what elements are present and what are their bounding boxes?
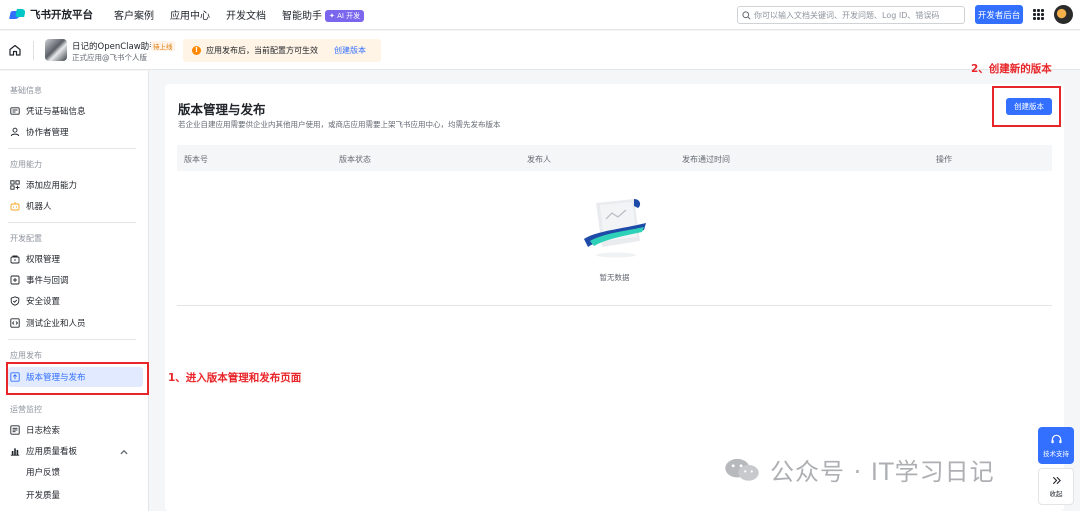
log-icon bbox=[10, 425, 20, 435]
header-divider bbox=[33, 41, 34, 60]
collapse-label: 收起 bbox=[1049, 490, 1063, 498]
annotation-step1: 1、进入版本管理和发布页面 bbox=[168, 372, 302, 384]
sidebar-item-add-capability[interactable]: 添加应用能力 bbox=[8, 175, 143, 195]
nav-smart-assistant-label: 智能助手 bbox=[282, 11, 322, 22]
column-header-status: 版本状态 bbox=[339, 155, 371, 164]
sidebar-divider bbox=[8, 222, 136, 223]
app-status-badge: 待上线 bbox=[151, 41, 175, 51]
warning-icon: ! bbox=[192, 46, 201, 55]
sidebar-item-quality-dashboard[interactable]: 应用质量看板 bbox=[8, 441, 143, 461]
notice-text: 应用发布后，当前配置方可生效 bbox=[206, 46, 318, 55]
sidebar-item-label: 安全设置 bbox=[26, 297, 61, 307]
sidebar-item-label: 权限管理 bbox=[26, 255, 61, 265]
top-navigation: 飞书开放平台 客户案例 应用中心 开发文档 智能助手✦ AI 开发 开发者后台 bbox=[0, 0, 1080, 30]
sidebar-subitem-user-feedback[interactable]: 用户反馈 bbox=[26, 466, 60, 478]
sidebar-item-robot[interactable]: 机器人 bbox=[8, 196, 143, 216]
nav-smart-assistant[interactable]: 智能助手 ✦ AI 开发 bbox=[282, 7, 365, 22]
group-dev-config: 开发配置 bbox=[10, 234, 42, 243]
permission-icon bbox=[10, 255, 20, 264]
version-management-panel: 版本管理与发布 若企业自建应用需要供企业内其他用户使用，或商店应用需要上架飞书应… bbox=[165, 84, 1064, 511]
app-name[interactable]: 日记的OpenClaw助手 bbox=[72, 40, 158, 52]
nav-app-center[interactable]: 应用中心 bbox=[170, 7, 210, 22]
chevron-up-icon[interactable] bbox=[119, 447, 129, 457]
page-description: 若企业自建应用需要供企业内其他用户使用，或商店应用需要上架飞书应用中心，均需先发… bbox=[178, 120, 501, 129]
watermark-text: 公众号 · IT学习日记 bbox=[770, 458, 995, 486]
sidebar-item-label: 凭证与基础信息 bbox=[26, 107, 86, 117]
doc-search[interactable] bbox=[737, 6, 965, 24]
sidebar-item-credentials[interactable]: 凭证与基础信息 bbox=[8, 101, 143, 121]
logo-text: 飞书开放平台 bbox=[30, 9, 93, 21]
ai-dev-badge: ✦ AI 开发 bbox=[325, 10, 365, 22]
headset-icon bbox=[1050, 434, 1062, 444]
search-icon bbox=[742, 10, 751, 19]
search-input[interactable] bbox=[754, 10, 954, 20]
column-header-version: 版本号 bbox=[184, 155, 208, 164]
table-header: 版本号 版本状态 发布人 发布通过时间 操作 bbox=[177, 145, 1052, 171]
sidebar-item-label: 测试企业和人员 bbox=[26, 319, 86, 329]
sidebar-subitem-dev-quality[interactable]: 开发质量 bbox=[26, 489, 60, 501]
annotation-step2: 2、创建新的版本 bbox=[971, 63, 1052, 75]
chart-icon bbox=[10, 448, 20, 456]
column-header-publisher: 发布人 bbox=[527, 155, 551, 164]
sidebar-item-security[interactable]: 安全设置 bbox=[8, 291, 143, 311]
sidebar-item-events[interactable]: 事件与回调 bbox=[8, 270, 143, 290]
app-avatar bbox=[45, 39, 67, 61]
app-subtitle: 正式应用@飞书个人版 bbox=[72, 53, 147, 62]
notice-create-version-link[interactable]: 创建版本 bbox=[334, 45, 366, 56]
developer-console-button[interactable]: 开发者后台 bbox=[975, 5, 1023, 24]
code-icon bbox=[10, 318, 20, 328]
app-header: 日记的OpenClaw助手 待上线 正式应用@飞书个人版 ! 应用发布后，当前配… bbox=[0, 31, 1080, 70]
sidebar-item-log-search[interactable]: 日志检索 bbox=[8, 420, 143, 440]
user-avatar[interactable] bbox=[1054, 5, 1073, 24]
sidebar-item-label: 应用质量看板 bbox=[26, 447, 78, 457]
group-ops-monitoring: 运营监控 bbox=[10, 405, 42, 414]
group-app-release: 应用发布 bbox=[10, 351, 42, 360]
tech-support-button[interactable]: 技术支持 bbox=[1038, 427, 1074, 464]
page-title: 版本管理与发布 bbox=[178, 102, 266, 117]
sidebar-item-test-enterprise[interactable]: 测试企业和人员 bbox=[8, 313, 143, 333]
tech-support-label: 技术支持 bbox=[1043, 450, 1069, 458]
column-header-approved-time: 发布通过时间 bbox=[682, 155, 730, 164]
main-nav: 客户案例 应用中心 开发文档 智能助手 ✦ AI 开发 bbox=[114, 7, 380, 22]
event-icon bbox=[10, 275, 20, 285]
group-app-capabilities: 应用能力 bbox=[10, 160, 42, 169]
table-bottom-divider bbox=[177, 305, 1052, 306]
shield-icon bbox=[10, 296, 20, 306]
column-header-actions: 操作 bbox=[936, 155, 952, 164]
sidebar-item-label: 事件与回调 bbox=[26, 276, 69, 286]
sidebar-item-label: 机器人 bbox=[26, 202, 52, 212]
home-icon[interactable] bbox=[8, 43, 22, 57]
sidebar-item-permissions[interactable]: 权限管理 bbox=[8, 249, 143, 269]
user-icon bbox=[10, 127, 20, 137]
group-basic-info: 基础信息 bbox=[10, 86, 42, 95]
double-chevron-right-icon bbox=[1052, 476, 1061, 485]
wechat-watermark: 公众号 · IT学习日记 bbox=[722, 452, 995, 487]
wechat-icon bbox=[725, 458, 759, 481]
sidebar-divider bbox=[8, 148, 136, 149]
grid-add-icon bbox=[10, 180, 20, 190]
nav-dev-docs[interactable]: 开发文档 bbox=[226, 7, 266, 22]
apps-grid-icon[interactable] bbox=[1033, 9, 1044, 20]
publish-notice: ! 应用发布后，当前配置方可生效 创建版本 bbox=[183, 39, 381, 62]
sidebar-item-label: 添加应用能力 bbox=[26, 181, 78, 191]
credential-icon bbox=[10, 107, 20, 115]
sidebar-item-label: 日志检索 bbox=[26, 426, 61, 436]
nav-customer-cases[interactable]: 客户案例 bbox=[114, 7, 154, 22]
sidebar-item-collaborators[interactable]: 协作者管理 bbox=[8, 122, 143, 142]
sidebar-item-label: 协作者管理 bbox=[26, 128, 69, 138]
annotation-box-version-menu bbox=[6, 362, 149, 395]
feishu-logo-icon bbox=[10, 9, 26, 21]
collapse-button[interactable]: 收起 bbox=[1038, 468, 1074, 505]
sidebar-divider bbox=[8, 339, 136, 340]
empty-data-text: 暂无数据 bbox=[599, 273, 630, 282]
robot-icon bbox=[10, 202, 20, 211]
sidebar: 基础信息 凭证与基础信息 协作者管理 应用能力 添加应用能力 机器人 开发配置 … bbox=[0, 71, 149, 511]
platform-logo[interactable]: 飞书开放平台 bbox=[10, 7, 110, 22]
annotation-box-create-version bbox=[992, 86, 1061, 127]
empty-data-icon bbox=[584, 199, 646, 258]
